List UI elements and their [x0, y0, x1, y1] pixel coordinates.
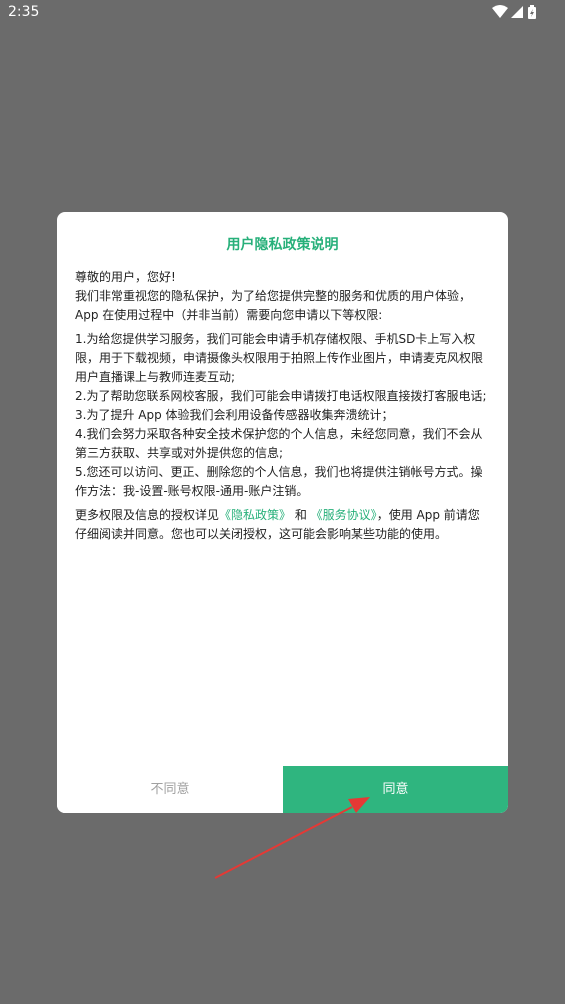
privacy-policy-link[interactable]: 《隐私政策》 — [219, 508, 291, 522]
intro-text: 我们非常重视您的隐私保护，为了给您提供完整的服务和优质的用户体验，App 在使用… — [75, 289, 472, 322]
agree-button[interactable]: 同意 — [283, 766, 508, 813]
permission-item: 5.您还可以访问、更正、删除您的个人信息，我们也将提供注销帐号方式。操作方法：我… — [75, 465, 483, 498]
service-agreement-link[interactable]: 《服务协议》 — [311, 508, 377, 522]
dialog-title: 用户隐私政策说明 — [226, 237, 339, 253]
permission-item: 2.为了帮助您联系网校客服，我们可能会申请拨打电话权限直接拨打客服电话; — [75, 389, 487, 403]
wifi-icon — [492, 5, 508, 18]
footer-prefix: 更多权限及信息的授权详见 — [75, 508, 220, 522]
battery-icon — [528, 5, 536, 19]
dialog-content: 尊敬的用户，您好! 我们非常重视您的隐私保护，为了给您提供完整的服务和优质的用户… — [75, 268, 490, 544]
footer-and: 和 — [291, 508, 311, 522]
permission-item: 1.为给您提供学习服务，我们可能会申请手机存储权限、手机SD卡上写入权限，用于下… — [75, 332, 484, 384]
footer-text: 更多权限及信息的授权详见《隐私政策》 和 《服务协议》，使用 App 前请您仔细… — [75, 506, 490, 544]
permission-item: 3.为了提升 App 体验我们会利用设备传感器收集奔溃统计； — [75, 408, 394, 422]
status-bar: 2:35 — [0, 0, 565, 24]
greeting-text: 尊敬的用户，您好! — [75, 270, 176, 284]
privacy-policy-dialog: 用户隐私政策说明 尊敬的用户，您好! 我们非常重视您的隐私保护，为了给您提供完整… — [57, 212, 508, 813]
status-time: 2:35 — [8, 4, 40, 20]
status-icons — [492, 5, 536, 19]
signal-icon — [511, 6, 523, 18]
disagree-button[interactable]: 不同意 — [57, 766, 283, 813]
permission-item: 4.我们会努力采取各种安全技术保护您的个人信息，未经您同意，我们不会从第三方获取… — [75, 427, 483, 460]
dialog-button-row: 不同意 同意 — [57, 766, 508, 813]
